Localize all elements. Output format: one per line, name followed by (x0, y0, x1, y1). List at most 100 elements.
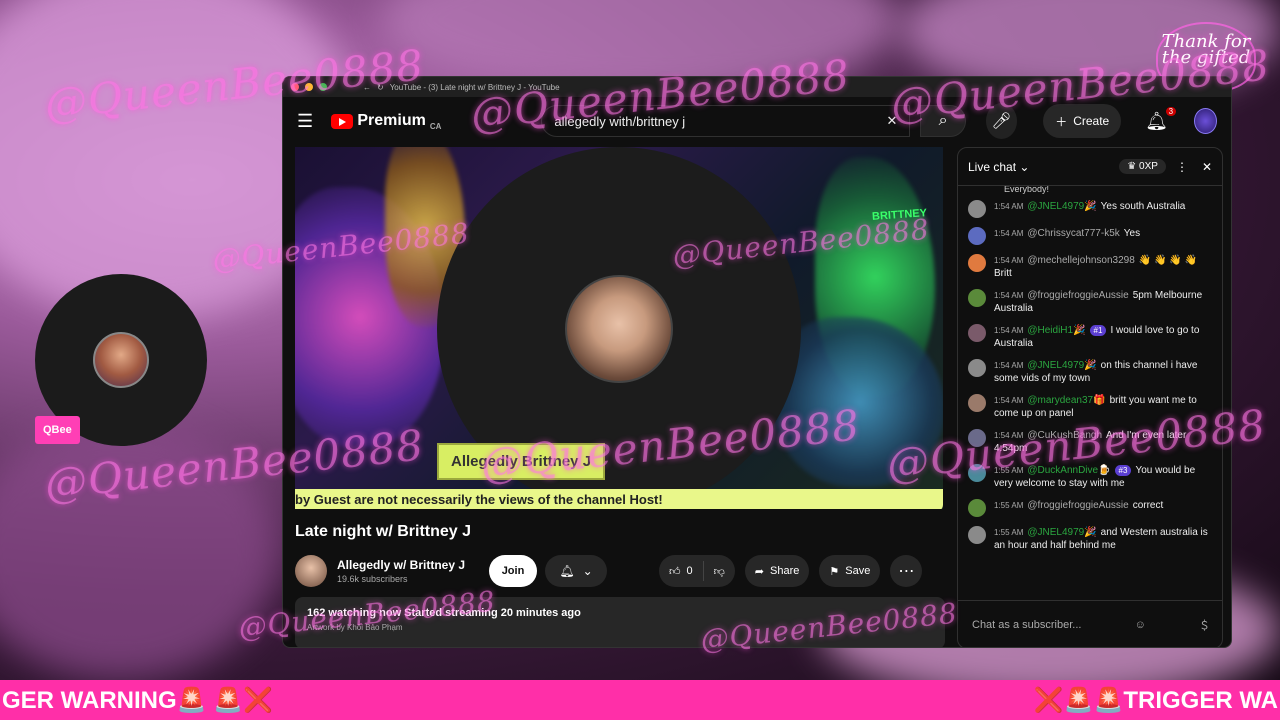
chat-message[interactable]: 1:54 AM @mechellejohnson3298 👋 👋 👋 👋 Britt (968, 254, 1212, 280)
bg-cloud (0, 420, 280, 680)
chat-avatar[interactable] (968, 289, 986, 307)
chat-author[interactable]: @JNEL4979🎉 (1027, 527, 1096, 538)
dislike-button[interactable]: 👎︎ (704, 555, 735, 587)
chat-message[interactable]: 1:54 AM @CuKushBangh And I'm even later 4:… (968, 429, 1212, 455)
chat-author[interactable]: @DuckAnnDive🍺 (1027, 465, 1110, 476)
chat-author[interactable]: @froggiefroggieAussie (1027, 290, 1128, 301)
chat-title: Live chat (968, 159, 1017, 174)
chat-avatar[interactable] (968, 394, 986, 412)
emoji-icon[interactable]: ☺ (1135, 619, 1146, 631)
chat-author[interactable]: @marydean37🎁 (1027, 395, 1105, 406)
super-chat-icon[interactable]: ＄ (1199, 617, 1210, 633)
chat-message-body: 1:54 AM @Chrissycat777-k5k Yes (994, 227, 1140, 245)
chat-message[interactable]: 1:54 AM @JNEL4979🎉 Yes south Australia (968, 200, 1212, 218)
chat-author[interactable]: @HeidiH1🎉 (1027, 325, 1085, 336)
chat-message[interactable]: 1:55 AM @DuckAnnDive🍺 #3 You would be very … (968, 464, 1212, 490)
trigger-warning-ticker: GER WARNING🚨 🚨❌ ❌🚨🚨TRIGGER WA (0, 680, 1280, 720)
reload-icon[interactable]: ↻ (377, 83, 384, 92)
clear-search-icon[interactable]: ✕ (886, 113, 897, 129)
more-icon: ⋯ (898, 563, 915, 580)
browser-titlebar: ← ↻ YouTube - (3) Late night w/ Brittney… (283, 77, 1231, 97)
youtube-logo[interactable]: Premium CA (331, 112, 441, 131)
bell-icon: 🔔︎ (1145, 110, 1169, 131)
chat-author[interactable]: @JNEL4979🎉 (1027, 360, 1096, 371)
chat-message[interactable]: 1:55 AM @JNEL4979🎉 and Western australia i… (968, 526, 1212, 552)
cam-name-badge: QBee (35, 416, 80, 444)
close-window-dot[interactable] (291, 83, 299, 91)
chat-author[interactable]: @mechellejohnson3298 (1027, 255, 1134, 266)
thumbs-up-icon: 👍︎ (669, 565, 681, 578)
menu-icon[interactable]: ☰ (297, 111, 321, 132)
chat-message-body: 1:54 AM @HeidiH1🎉 #1 I would love to go to … (994, 324, 1212, 350)
notifications-button[interactable]: 🔔︎ 3 (1145, 106, 1177, 132)
chat-message[interactable]: 1:54 AM @marydean37🎁 britt you want me to … (968, 394, 1212, 420)
chat-avatar[interactable] (968, 499, 986, 517)
video-player[interactable]: BRITTNEY Allegedly Brittney J by Guest a… (295, 147, 943, 509)
chat-message[interactable]: 1:55 AM @froggiefroggieAussie correct (968, 499, 1212, 517)
share-icon: ➦ (754, 565, 765, 578)
chat-message-body: 1:54 AM @marydean37🎁 britt you want me to … (994, 394, 1212, 420)
minimize-window-dot[interactable] (305, 83, 313, 91)
chat-header: Live chat ⌄ ♛ 0XP ⋮ ✕ (958, 148, 1222, 186)
guest-name-tag: Allegedly Brittney J (437, 443, 606, 480)
guest-camera (565, 275, 673, 383)
share-button[interactable]: ➦ Share (744, 555, 810, 587)
chat-author[interactable]: @Chrissycat777-k5k (1027, 228, 1119, 239)
chat-more-icon[interactable]: ⋮ (1176, 160, 1188, 174)
chat-avatar[interactable] (968, 464, 986, 482)
description-box[interactable]: 162 watching now Started streaming 20 mi… (295, 597, 945, 647)
close-icon[interactable]: ✕ (1202, 160, 1212, 174)
chat-message[interactable]: 1:54 AM @HeidiH1🎉 #1 I would love to go to … (968, 324, 1212, 350)
chat-message[interactable]: 1:54 AM @JNEL4979🎉 on this channel i have … (968, 359, 1212, 385)
account-avatar[interactable] (1194, 108, 1217, 134)
chat-author[interactable]: @CuKushBangh (1027, 430, 1102, 441)
chat-avatar[interactable] (968, 324, 986, 342)
chat-author[interactable]: @froggiefroggieAussie (1027, 500, 1128, 511)
chat-message-list[interactable]: Everybody! 1:54 AM @JNEL4979🎉 Yes south Au… (958, 186, 1222, 600)
chat-author[interactable]: @JNEL4979🎉 (1027, 201, 1096, 212)
artwork-credit: Artwork by Khôi Bảo Phạm (307, 623, 403, 632)
chat-mode-dropdown[interactable]: Live chat ⌄ (968, 160, 1119, 174)
chat-message-body: 1:55 AM @froggiefroggieAussie correct (994, 499, 1163, 517)
chat-avatar[interactable] (968, 254, 986, 272)
chat-fragment: Everybody! (1004, 186, 1050, 194)
chat-input-placeholder: Chat as a subscriber... (972, 618, 1082, 631)
plus-icon: ＋ (1055, 114, 1068, 129)
share-label: Share (770, 565, 800, 577)
create-label: Create (1073, 114, 1110, 128)
maximize-window-dot[interactable] (319, 83, 327, 91)
voice-search-button[interactable]: 🎤︎ (985, 103, 1018, 139)
chat-avatar[interactable] (968, 227, 986, 245)
chat-avatar[interactable] (968, 359, 986, 377)
like-count: 0 (686, 565, 693, 577)
save-label: Save (845, 565, 871, 577)
chat-avatar[interactable] (968, 200, 986, 218)
create-button[interactable]: ＋ Create (1043, 104, 1122, 138)
chat-input[interactable]: Chat as a subscriber... ☺ ＄ (958, 600, 1222, 647)
chat-message[interactable]: 1:54 AM @Chrissycat777-k5k Yes (968, 227, 1212, 245)
like-button[interactable]: 👍︎ 0 (659, 555, 703, 587)
save-button[interactable]: ⚑ Save (819, 555, 881, 587)
chat-rank-badge: #3 (1114, 465, 1132, 476)
chat-message[interactable]: 1:54 AM @froggiefroggieAussie 5pm Melbourn… (968, 289, 1212, 315)
join-button[interactable]: Join (489, 555, 537, 587)
chat-text: Yes (1123, 228, 1141, 239)
bell-icon: 🔔︎ (559, 564, 575, 578)
channel-name[interactable]: Allegedly w/ Brittney J (337, 558, 477, 572)
search-button[interactable]: ⌕ (920, 105, 966, 137)
chat-timestamp: 1:54 AM (994, 291, 1024, 300)
chat-avatar[interactable] (968, 526, 986, 544)
channel-avatar[interactable] (295, 555, 327, 587)
notification-toggle[interactable]: 🔔︎ ⌄ (545, 555, 607, 587)
chat-timestamp: 1:55 AM (994, 501, 1024, 510)
thumbs-down-icon: 👎︎ (713, 565, 725, 578)
youtube-play-icon (331, 113, 354, 129)
more-actions-button[interactable]: ⋯ (890, 555, 923, 587)
ticker-left: GER WARNING🚨 🚨❌ (2, 686, 273, 714)
back-icon[interactable]: ← (363, 83, 371, 92)
chat-message-body: 1:55 AM @DuckAnnDive🍺 #3 You would be very … (994, 464, 1212, 490)
xp-badge[interactable]: ♛ 0XP (1119, 159, 1166, 174)
tab-title[interactable]: YouTube - (3) Late night w/ Brittney J -… (390, 83, 560, 92)
chat-avatar[interactable] (968, 429, 986, 447)
search-input[interactable]: allegedly with/brittney j ✕ (541, 105, 911, 137)
